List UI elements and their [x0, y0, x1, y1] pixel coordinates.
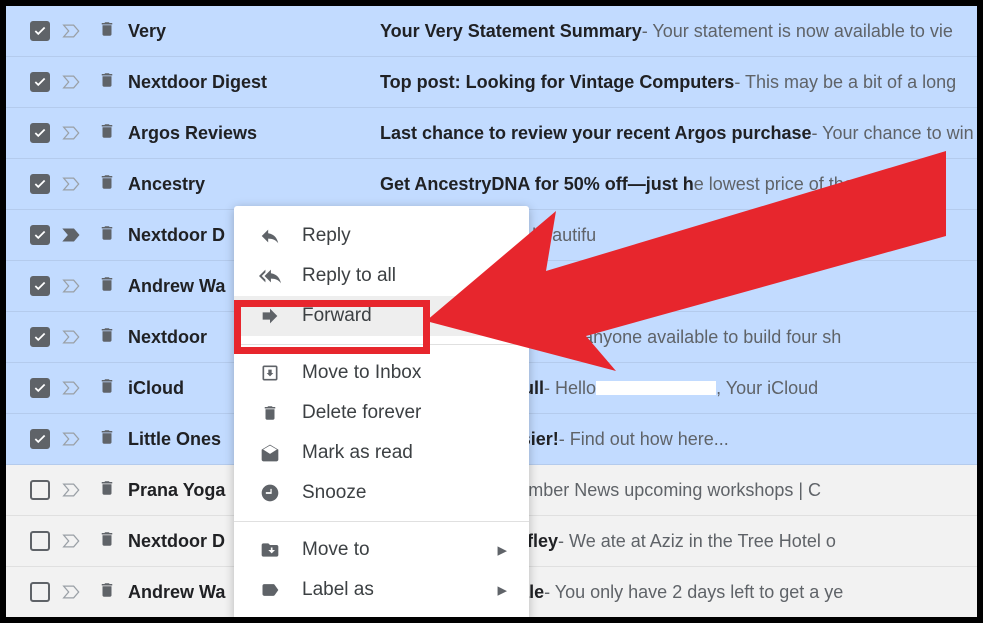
menu-snooze-label: Snooze — [302, 482, 366, 504]
sender-name: Ancestry — [128, 174, 380, 195]
importance-marker-icon[interactable] — [62, 482, 84, 498]
importance-marker-icon[interactable] — [62, 23, 84, 39]
checkbox[interactable] — [30, 225, 50, 245]
trash-icon — [98, 121, 118, 146]
mark-read-icon — [256, 443, 284, 463]
trash-icon — [98, 478, 118, 503]
snooze-icon — [256, 483, 284, 503]
trash-icon — [98, 274, 118, 299]
importance-marker-icon[interactable] — [62, 74, 84, 90]
menu-delete-forever-label: Delete forever — [302, 402, 421, 424]
menu-label-as-label: Label as — [302, 579, 374, 601]
importance-marker-icon[interactable] — [62, 125, 84, 141]
subject-text: Top post: Looking for Vintage Computers — [380, 72, 734, 93]
checkbox[interactable] — [30, 582, 50, 602]
trash-icon — [98, 223, 118, 248]
checkbox[interactable] — [30, 174, 50, 194]
importance-marker-icon[interactable] — [62, 176, 84, 192]
menu-reply[interactable]: Reply — [234, 216, 529, 256]
app-frame: VeryYour Very Statement Summary - Your s… — [0, 0, 983, 623]
menu-label-as[interactable]: Label as ▸ — [234, 570, 529, 610]
checkbox[interactable] — [30, 480, 50, 500]
menu-reply-label: Reply — [302, 225, 351, 247]
importance-marker-icon[interactable] — [62, 584, 84, 600]
reply-icon — [256, 225, 284, 247]
email-row[interactable]: AncestryGet AncestryDNA for 50% off—just… — [6, 159, 977, 210]
menu-delete-forever[interactable]: Delete forever — [234, 393, 529, 433]
menu-forward[interactable]: Forward — [234, 296, 529, 336]
trash-icon — [98, 70, 118, 95]
subject-text: Get AncestryDNA for 50% off—just h — [380, 174, 694, 195]
menu-move-to-label: Move to — [302, 539, 370, 561]
submenu-arrow-icon: ▸ — [497, 579, 507, 602]
menu-move-to[interactable]: Move to ▸ — [234, 530, 529, 570]
email-row[interactable]: Argos ReviewsLast chance to review your … — [6, 108, 977, 159]
snippet-text: e lowest price of the — [694, 174, 854, 195]
move-to-icon — [256, 540, 284, 560]
snippet-text-2: , Your iCloud — [716, 378, 818, 399]
trash-icon — [98, 325, 118, 350]
snippet-text: - Hello Is anyone available to build fou… — [507, 327, 841, 348]
trash-icon — [98, 529, 118, 554]
snippet-text: - Your chance to win — [811, 123, 973, 144]
checkbox[interactable] — [30, 72, 50, 92]
menu-separator-2 — [234, 521, 529, 522]
importance-marker-icon[interactable] — [62, 227, 84, 243]
importance-marker-icon[interactable] — [62, 533, 84, 549]
checkbox[interactable] — [30, 429, 50, 449]
importance-marker-icon[interactable] — [62, 278, 84, 294]
trash-icon — [98, 376, 118, 401]
redacted-span — [596, 381, 716, 395]
checkbox[interactable] — [30, 21, 50, 41]
subject-snippet: Top post: Looking for Vintage Computers … — [380, 72, 977, 93]
subject-text: Your Very Statement Summary — [380, 21, 642, 42]
snippet-text: - Find out how here... — [559, 429, 729, 450]
menu-snooze[interactable]: Snooze — [234, 473, 529, 513]
checkbox[interactable] — [30, 378, 50, 398]
sender-name: Nextdoor Digest — [128, 72, 380, 93]
menu-reply-all[interactable]: Reply to all — [234, 256, 529, 296]
subject-snippet: Last chance to review your recent Argos … — [380, 123, 977, 144]
sender-name: Very — [128, 21, 380, 42]
forward-icon — [256, 305, 284, 327]
checkbox[interactable] — [30, 276, 50, 296]
subject-snippet: Your Very Statement Summary - Your state… — [380, 21, 977, 42]
importance-marker-icon[interactable] — [62, 380, 84, 396]
snippet-text: - Hello — [544, 378, 596, 399]
email-row[interactable]: VeryYour Very Statement Summary - Your s… — [6, 6, 977, 57]
subject-snippet: Get AncestryDNA for 50% off—just he lowe… — [380, 174, 977, 195]
sender-name: Argos Reviews — [128, 123, 380, 144]
importance-marker-icon[interactable] — [62, 431, 84, 447]
email-row[interactable]: Nextdoor DigestTop post: Looking for Vin… — [6, 57, 977, 108]
checkbox[interactable] — [30, 531, 50, 551]
menu-move-inbox[interactable]: Move to Inbox — [234, 353, 529, 393]
trash-icon — [98, 427, 118, 452]
label-as-icon — [256, 580, 284, 600]
move-inbox-icon — [256, 363, 284, 383]
importance-marker-icon[interactable] — [62, 329, 84, 345]
snippet-text: - Your statement is now available to vie — [642, 21, 953, 42]
menu-mark-read[interactable]: Mark as read — [234, 433, 529, 473]
context-menu: Reply Reply to all Forward Move to Inbox — [234, 206, 529, 620]
checkbox[interactable] — [30, 123, 50, 143]
trash-icon — [98, 19, 118, 44]
menu-separator — [234, 344, 529, 345]
snippet-text: - You only have 2 days left to get a ye — [544, 582, 843, 603]
trash-icon — [98, 580, 118, 605]
delete-forever-icon — [256, 403, 284, 423]
checkbox[interactable] — [30, 327, 50, 347]
menu-move-inbox-label: Move to Inbox — [302, 362, 421, 384]
submenu-arrow-icon: ▸ — [497, 539, 507, 562]
snippet-text: - This may be a bit of a long — [734, 72, 956, 93]
reply-all-icon — [256, 265, 284, 287]
menu-reply-all-label: Reply to all — [302, 265, 396, 287]
menu-forward-label: Forward — [302, 305, 372, 327]
snippet-text: - We ate at Aziz in the Tree Hotel o — [558, 531, 836, 552]
trash-icon — [98, 172, 118, 197]
subject-text: Last chance to review your recent Argos … — [380, 123, 811, 144]
menu-mark-read-label: Mark as read — [302, 442, 413, 464]
